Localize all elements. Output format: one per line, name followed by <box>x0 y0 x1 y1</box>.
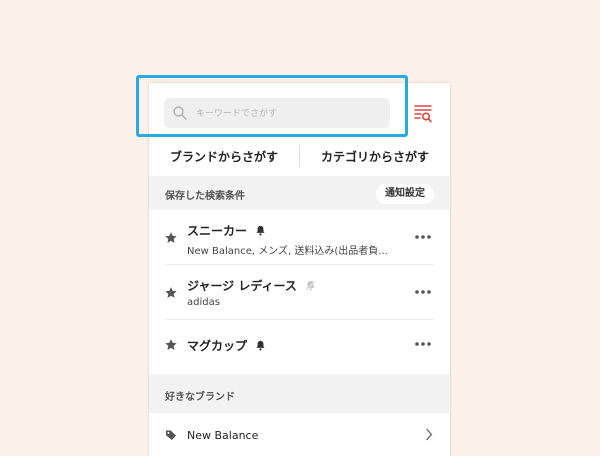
favorite-brand-item[interactable]: New Balance <box>149 413 450 456</box>
star-icon[interactable] <box>164 338 178 352</box>
browse-tabs: ブランドからさがす カテゴリからさがす <box>149 139 450 173</box>
saved-search-item[interactable]: マグカップ <box>149 320 450 375</box>
app-screen: キーワードでさがす ブランドからさがす カテゴリからさがす 保存した検索条件 通… <box>149 83 450 456</box>
saved-search-item[interactable]: ジャージ レディース adidas <box>149 265 450 320</box>
more-options-icon[interactable] <box>414 289 432 295</box>
star-icon[interactable] <box>164 231 178 245</box>
brand-name: New Balance <box>187 429 259 442</box>
saved-search-conditions: New Balance, メンズ, 送料込み(出品者負... <box>187 246 388 257</box>
bell-icon <box>256 225 265 236</box>
saved-search-title: スニーカー <box>187 222 266 239</box>
saved-search-title-text: ジャージ レディース <box>187 279 297 293</box>
saved-search-title-text: マグカップ <box>187 339 248 353</box>
notification-settings-button[interactable]: 通知設定 <box>376 184 434 204</box>
tab-category-search[interactable]: カテゴリからさがす <box>300 148 450 165</box>
favorite-brands-header: 好きなブランド <box>149 374 450 413</box>
bell-icon <box>256 340 265 351</box>
search-icon <box>173 106 187 120</box>
saved-searches-header: 保存した検索条件 通知設定 <box>149 176 450 210</box>
star-icon[interactable] <box>164 286 178 300</box>
saved-search-title: マグカップ <box>187 337 266 354</box>
favorite-brands-title: 好きなブランド <box>165 392 235 403</box>
more-options-icon[interactable] <box>414 341 432 347</box>
tab-brand-search[interactable]: ブランドからさがす <box>149 148 299 165</box>
saved-search-item[interactable]: スニーカー New Balance, メンズ, 送料込み(出品者負... <box>149 210 450 265</box>
search-bar-row: キーワードでさがす <box>149 83 450 139</box>
chevron-right-icon <box>426 428 433 441</box>
search-input[interactable]: キーワードでさがす <box>164 98 390 128</box>
bell-off-icon <box>305 280 316 291</box>
saved-search-conditions: adidas <box>187 297 220 308</box>
saved-search-title: ジャージ レディース <box>187 277 316 294</box>
more-options-icon[interactable] <box>414 234 432 240</box>
saved-search-title-text: スニーカー <box>187 224 248 238</box>
search-placeholder: キーワードでさがす <box>196 109 278 119</box>
filter-search-icon[interactable] <box>413 103 433 123</box>
saved-searches-title: 保存した検索条件 <box>165 191 245 202</box>
tag-icon <box>166 430 176 440</box>
